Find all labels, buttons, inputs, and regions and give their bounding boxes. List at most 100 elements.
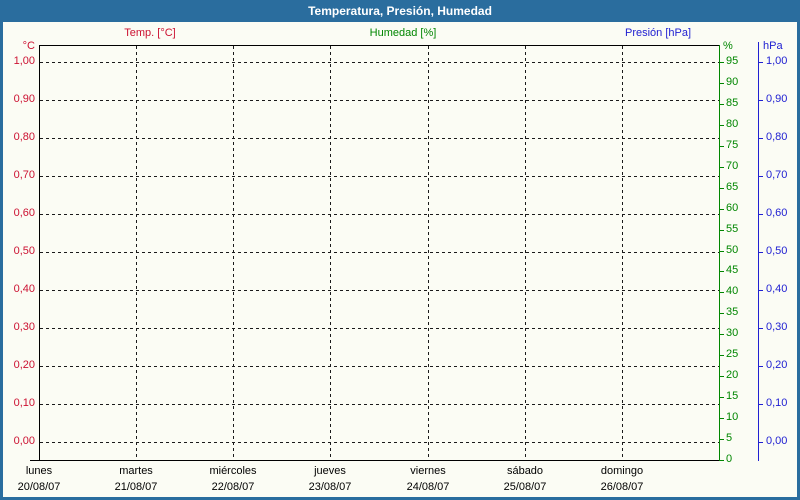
x-axis-day-label: jueves xyxy=(314,465,346,477)
humidity-axis-tick xyxy=(719,439,724,440)
v-gridline xyxy=(525,46,526,460)
x-axis-day-label: sábado xyxy=(506,465,544,477)
humidity-axis-tick-label: 40 xyxy=(726,285,739,297)
x-axis-date-label: 26/08/07 xyxy=(600,481,644,493)
v-gridline xyxy=(136,46,137,460)
pressure-axis-tick-label: 0,00 xyxy=(766,435,788,447)
pressure-axis-tick xyxy=(758,100,763,101)
humidity-axis-tick xyxy=(719,292,724,293)
humidity-axis-tick-label: 30 xyxy=(726,327,739,339)
humidity-axis-tick-label: 0 xyxy=(726,453,733,465)
humidity-axis-tick xyxy=(719,313,724,314)
legend-pressure: Presión [hPa] xyxy=(624,27,692,39)
humidity-axis-tick xyxy=(719,355,724,356)
x-axis-day-label: lunes xyxy=(25,465,53,477)
humidity-axis-tick xyxy=(719,418,724,419)
temp-axis-tick-label: 0,20 xyxy=(13,359,35,371)
humidity-axis-tick xyxy=(719,460,724,461)
pressure-axis-tick-label: 0,90 xyxy=(766,93,788,105)
temp-axis-tick-label: 0,90 xyxy=(13,93,35,105)
humidity-axis-tick xyxy=(719,104,724,105)
title-bar: Temperatura, Presión, Humedad xyxy=(0,0,800,22)
v-gridline xyxy=(330,46,331,460)
pressure-axis-tick xyxy=(758,442,763,443)
humidity-axis-tick-label: 60 xyxy=(726,202,739,214)
chart-window: { "window": { "title": "Temperatura, Pre… xyxy=(0,0,800,500)
pressure-axis-tick xyxy=(758,252,763,253)
humidity-axis-tick xyxy=(719,188,724,189)
humidity-axis-tick-label: 25 xyxy=(726,348,739,360)
humidity-axis-tick-label: 65 xyxy=(726,181,739,193)
temp-axis-tick-label: 0,50 xyxy=(13,245,35,257)
pressure-axis-unit: hPa xyxy=(763,40,783,52)
pressure-axis-tick xyxy=(758,214,763,215)
x-axis-day-label: domingo xyxy=(600,465,644,477)
humidity-axis-tick xyxy=(719,167,724,168)
pressure-axis-tick-label: 0,20 xyxy=(766,359,788,371)
v-gridline xyxy=(428,46,429,460)
h-gridline xyxy=(40,62,719,63)
x-axis-date-label: 25/08/07 xyxy=(503,481,547,493)
humidity-axis-tick-label: 20 xyxy=(726,369,739,381)
pressure-axis-tick-label: 0,80 xyxy=(766,131,788,143)
pressure-axis-tick-label: 0,30 xyxy=(766,321,788,333)
x-axis-day-label: viernes xyxy=(410,465,446,477)
temp-axis-tick-label: 0,30 xyxy=(13,321,35,333)
humidity-axis-tick-label: 90 xyxy=(726,76,739,88)
legend-humidity: Humedad [%] xyxy=(369,27,437,39)
x-axis-day-label: martes xyxy=(119,465,153,477)
h-gridline xyxy=(40,290,719,291)
temp-axis-tick-label: 0,40 xyxy=(13,283,35,295)
humidity-axis-line xyxy=(719,45,720,461)
plot-top-border xyxy=(39,45,720,46)
pressure-axis-tick xyxy=(758,366,763,367)
h-gridline xyxy=(40,366,719,367)
humidity-axis-tick-label: 95 xyxy=(726,55,739,67)
temp-axis-tick-label: 1,00 xyxy=(13,55,35,67)
pressure-axis-tick-label: 0,40 xyxy=(766,283,788,295)
pressure-axis-tick-label: 0,70 xyxy=(766,169,788,181)
humidity-axis-tick-label: 85 xyxy=(726,97,739,109)
humidity-axis-tick-label: 35 xyxy=(726,306,739,318)
pressure-axis-tick-label: 0,50 xyxy=(766,245,788,257)
v-gridline xyxy=(622,46,623,460)
humidity-axis-tick xyxy=(719,146,724,147)
humidity-axis-tick xyxy=(719,83,724,84)
x-axis-date-label: 24/08/07 xyxy=(406,481,450,493)
temp-axis-tick-label: 0,70 xyxy=(13,169,35,181)
pressure-axis-tick-label: 0,10 xyxy=(766,397,788,409)
v-gridline xyxy=(233,46,234,460)
h-gridline xyxy=(40,176,719,177)
humidity-axis-tick-label: 75 xyxy=(726,139,739,151)
h-gridline xyxy=(40,214,719,215)
humidity-axis-tick xyxy=(719,376,724,377)
pressure-axis-tick-label: 0,60 xyxy=(766,207,788,219)
humidity-axis-tick xyxy=(719,271,724,272)
x-axis-date-label: 23/08/07 xyxy=(308,481,352,493)
pressure-axis-tick xyxy=(758,290,763,291)
h-gridline xyxy=(40,404,719,405)
x-axis-date-label: 21/08/07 xyxy=(114,481,158,493)
temp-axis-tick-label: 0,00 xyxy=(13,435,35,447)
temp-axis-tick-label: 0,60 xyxy=(13,207,35,219)
pressure-axis-tick-label: 1,00 xyxy=(766,55,788,67)
h-gridline xyxy=(40,252,719,253)
humidity-axis-tick-label: 80 xyxy=(726,118,739,130)
x-axis-day-label: miércoles xyxy=(209,465,257,477)
temp-axis-tick-label: 0,10 xyxy=(13,397,35,409)
humidity-axis-unit: % xyxy=(723,40,733,52)
pressure-axis-tick xyxy=(758,404,763,405)
humidity-axis-tick xyxy=(719,334,724,335)
humidity-axis-tick-label: 55 xyxy=(726,223,739,235)
chart-background xyxy=(3,22,797,497)
humidity-axis-tick xyxy=(719,230,724,231)
humidity-axis-tick xyxy=(719,397,724,398)
humidity-axis-tick xyxy=(719,251,724,252)
h-gridline xyxy=(40,328,719,329)
h-gridline xyxy=(40,442,719,443)
humidity-axis-tick-label: 15 xyxy=(726,390,739,402)
humidity-axis-tick xyxy=(719,125,724,126)
pressure-axis-tick xyxy=(758,176,763,177)
humidity-axis-tick-label: 10 xyxy=(726,411,739,423)
x-axis-date-label: 22/08/07 xyxy=(211,481,255,493)
